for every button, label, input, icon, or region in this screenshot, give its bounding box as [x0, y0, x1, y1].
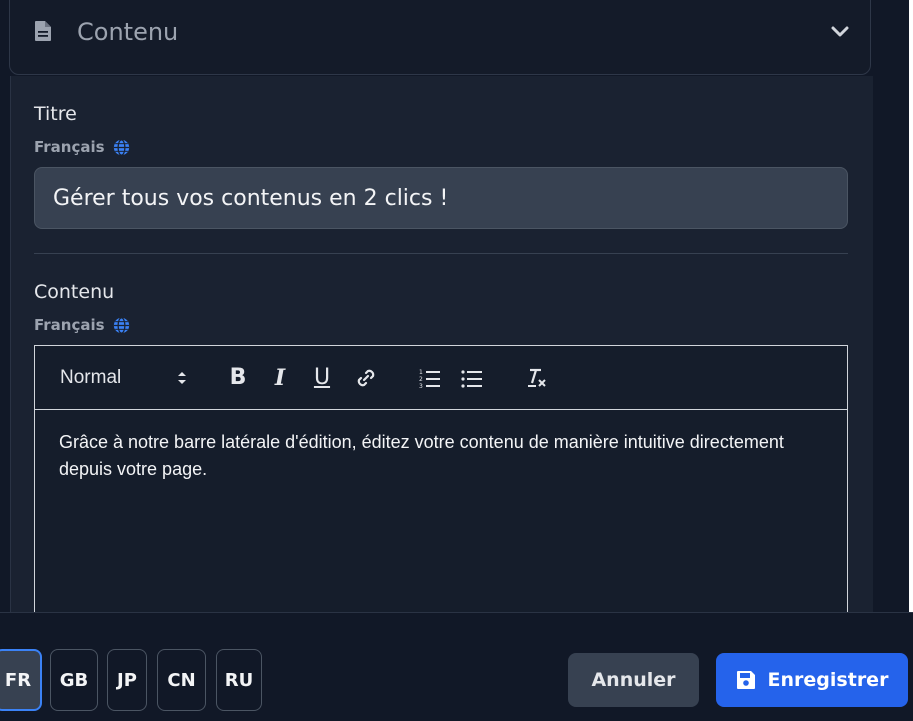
ordered-list-button[interactable]: 1 2 3 [415, 346, 445, 409]
content-language-text: Français [34, 316, 105, 334]
scroll-track [873, 0, 903, 612]
bold-button[interactable]: B [225, 346, 251, 409]
bullet-list-icon [461, 369, 482, 388]
language-button-jp[interactable]: JP [107, 649, 147, 711]
italic-button[interactable]: I [267, 346, 293, 409]
globe-icon [113, 138, 129, 156]
link-icon [357, 369, 375, 386]
divider [34, 253, 848, 254]
cancel-button[interactable]: Annuler [568, 653, 699, 707]
format-select-value: Normal [60, 366, 122, 388]
editor-toolbar: Normal B I U 1 2 3 [35, 346, 847, 410]
title-language-text: Français [34, 138, 105, 156]
svg-text:2: 2 [419, 376, 423, 383]
content-label: Contenu [34, 281, 115, 303]
globe-icon [113, 316, 129, 334]
window-edge [909, 0, 913, 612]
title-language: Français [34, 138, 130, 156]
svg-text:1: 1 [419, 369, 423, 376]
editor-content[interactable]: Grâce à notre barre latérale d'édition, … [59, 429, 829, 483]
document-icon [35, 21, 51, 41]
ordered-list-icon: 1 2 3 [419, 369, 440, 389]
section-title: Contenu [77, 18, 179, 46]
link-button[interactable] [351, 346, 381, 409]
footer-bar: FR GB JP CN RU Annuler Enregistrer [0, 612, 913, 721]
language-button-fr[interactable]: FR [0, 649, 42, 711]
clear-format-button[interactable] [521, 346, 551, 409]
title-label: Titre [34, 103, 77, 125]
save-button-label: Enregistrer [767, 669, 889, 691]
clear-format-icon [528, 368, 546, 387]
format-select[interactable]: Normal [60, 346, 200, 409]
chevron-down-icon[interactable] [830, 25, 850, 39]
save-button[interactable]: Enregistrer [716, 653, 908, 707]
floppy-disk-icon [736, 671, 755, 689]
language-button-cn[interactable]: CN [157, 649, 206, 711]
language-button-ru[interactable]: RU [216, 649, 262, 711]
language-button-gb[interactable]: GB [50, 649, 98, 711]
rich-text-editor: Normal B I U 1 2 3 Grâce à notre barre l… [34, 345, 848, 612]
title-input[interactable] [34, 167, 848, 229]
underline-button[interactable]: U [309, 346, 335, 409]
svg-text:3: 3 [419, 383, 423, 389]
main-area: Contenu Titre Français Contenu Français [0, 0, 913, 612]
content-language: Français [34, 316, 130, 334]
bullet-list-button[interactable] [457, 346, 487, 409]
select-arrows-icon [178, 372, 186, 384]
section-header[interactable]: Contenu [9, 0, 871, 75]
